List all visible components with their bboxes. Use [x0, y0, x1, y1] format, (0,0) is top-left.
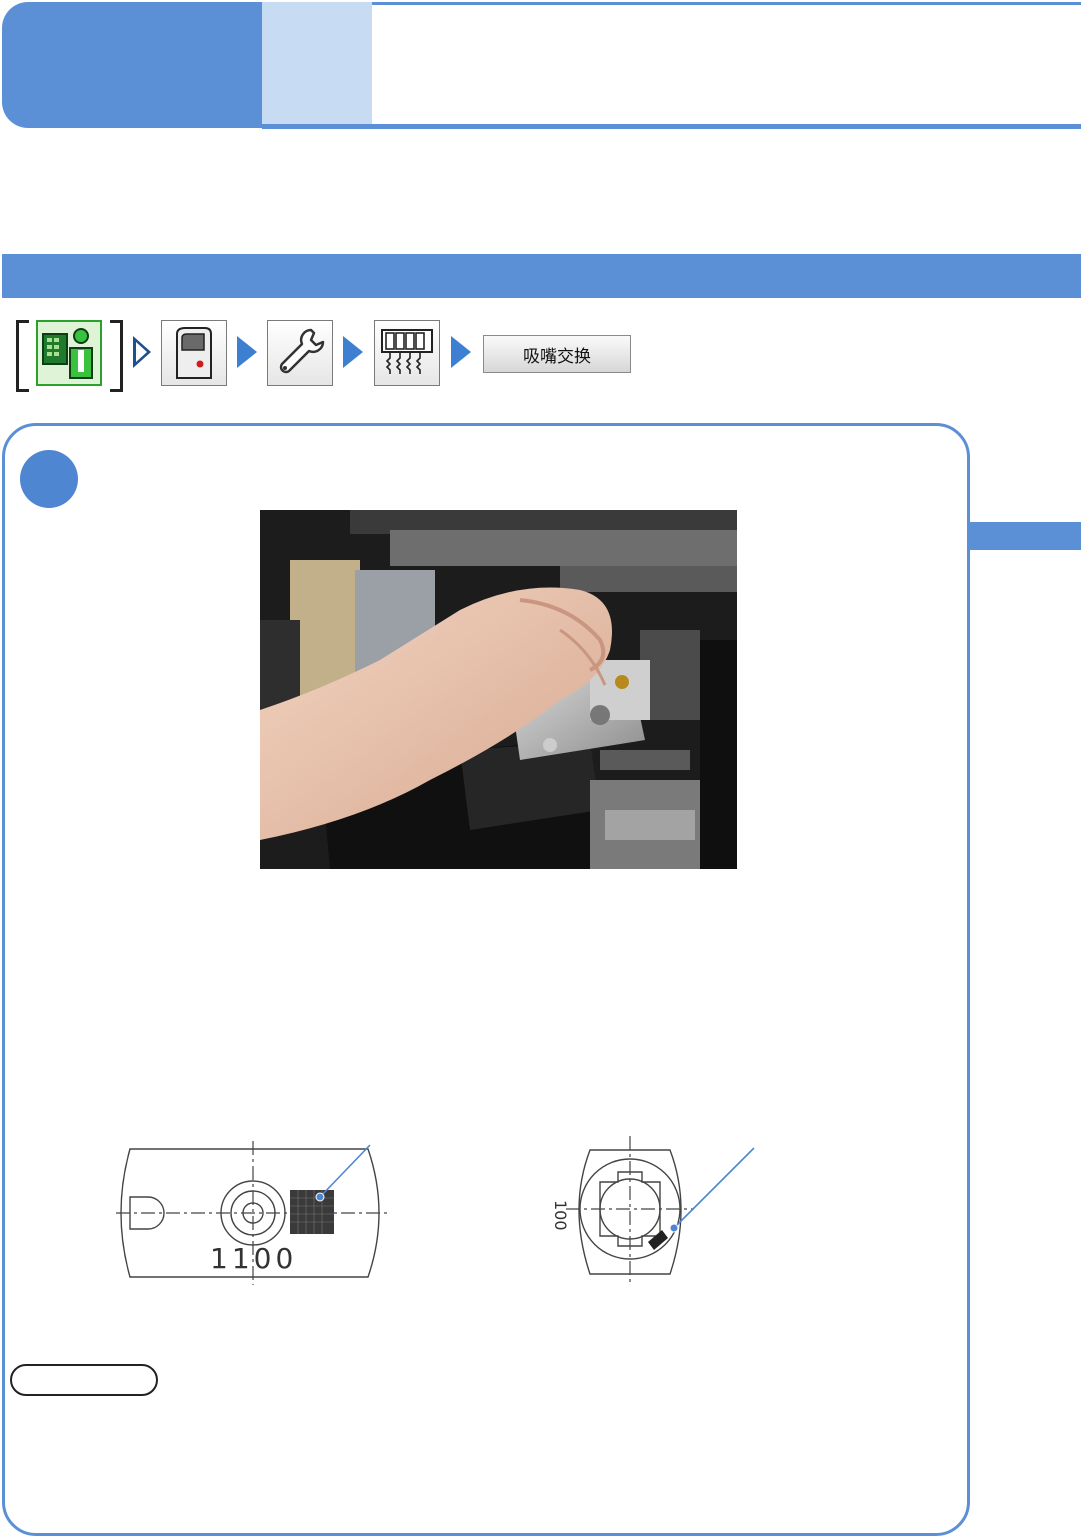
nozzle-drawing-100-graphic	[566, 1136, 755, 1282]
header-rule	[262, 124, 1081, 129]
nozzle-code-100: 100	[551, 1200, 570, 1231]
arrow-right-icon	[451, 336, 471, 368]
header-subtitle-block	[262, 2, 372, 126]
wrench-icon[interactable]	[267, 320, 333, 386]
operator-icon[interactable]	[36, 320, 102, 386]
nozzle-drawing-100	[560, 1130, 770, 1290]
step-number-badge	[20, 450, 78, 508]
machine-icon-graphic	[176, 327, 212, 379]
nozzle-replacement-photo	[260, 510, 737, 869]
photo-graphic	[260, 510, 737, 869]
note-label	[10, 1364, 158, 1396]
header-rule-top	[372, 2, 1081, 5]
arrow-right-icon	[343, 336, 363, 368]
operator-icon-graphic	[42, 328, 93, 379]
nozzle-code-1100: 1100	[210, 1242, 298, 1275]
nozzle-set-icon-graphic	[381, 329, 433, 374]
nozzle-exchange-button[interactable]: 吸嘴交换	[483, 335, 631, 373]
machine-icon[interactable]	[161, 320, 227, 386]
header-title-block	[2, 2, 264, 128]
arrow-right-icon	[237, 336, 257, 368]
nozzle-set-icon[interactable]	[374, 320, 440, 386]
side-tab	[970, 522, 1081, 550]
wrench-icon-graphic	[279, 328, 325, 374]
section-title-bar	[2, 254, 1081, 298]
bracket-left	[16, 320, 29, 392]
arrow-right-icon-inner	[136, 342, 147, 362]
bracket-right	[110, 320, 123, 392]
